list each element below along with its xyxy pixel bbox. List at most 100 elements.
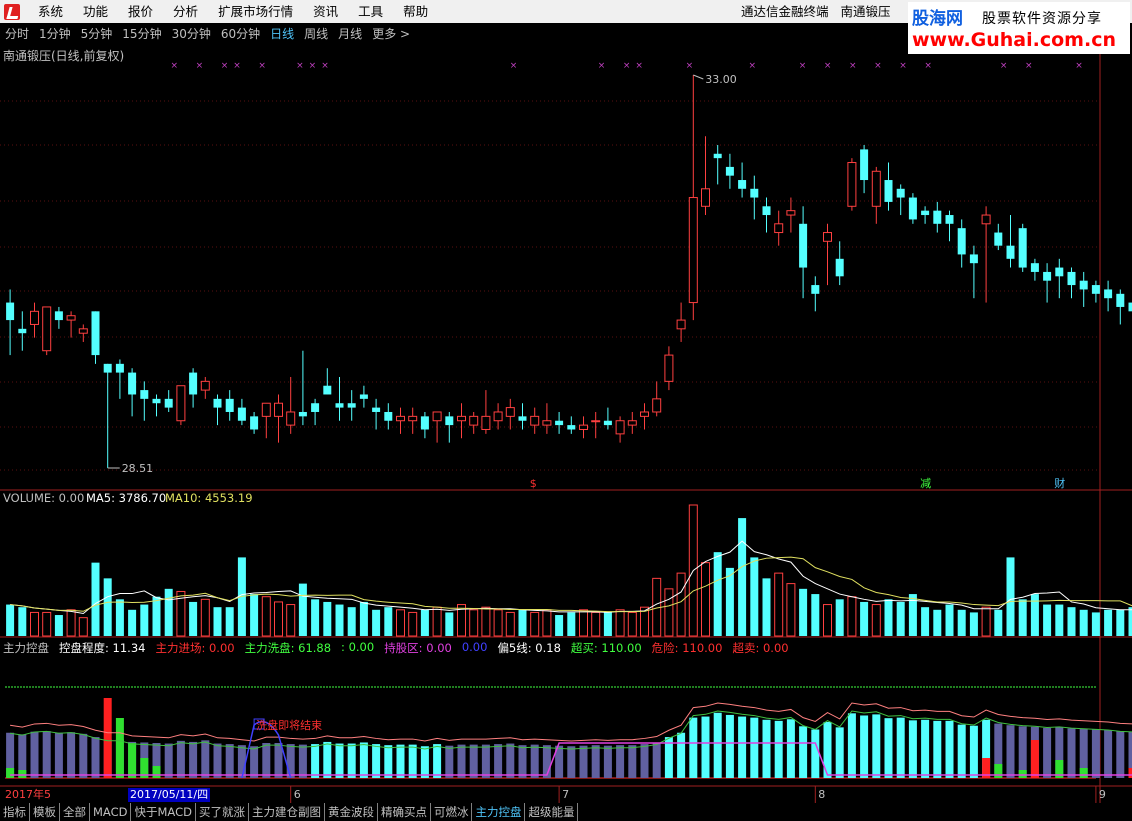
app-logo-icon[interactable] bbox=[4, 3, 20, 20]
control-bar bbox=[847, 713, 856, 778]
tab-10[interactable]: 主力控盘 bbox=[472, 803, 526, 821]
volume-bar bbox=[91, 562, 100, 636]
candle-body bbox=[591, 420, 601, 423]
volume-bar bbox=[811, 594, 820, 636]
menu-help[interactable]: 帮助 bbox=[393, 0, 438, 23]
tab-9[interactable]: 可燃冰 bbox=[431, 803, 473, 821]
period-8[interactable]: 月线 bbox=[333, 23, 367, 45]
control-bar bbox=[213, 743, 222, 778]
candle-body bbox=[969, 254, 978, 264]
candle-body bbox=[627, 420, 637, 426]
control-bar bbox=[945, 720, 954, 778]
control-bar bbox=[750, 717, 759, 778]
menu-system[interactable]: 系统 bbox=[28, 0, 73, 23]
menu-function[interactable]: 功能 bbox=[73, 0, 118, 23]
volume-bar bbox=[1116, 609, 1125, 636]
tab-4[interactable]: 快于MACD bbox=[131, 803, 196, 821]
wash-bar bbox=[115, 718, 124, 778]
control-bar bbox=[1104, 730, 1113, 778]
tab-6[interactable]: 主力建仓副图 bbox=[249, 803, 325, 821]
volume-bar bbox=[66, 609, 76, 637]
volume-bar bbox=[42, 611, 52, 637]
event-x-mark: × bbox=[799, 61, 807, 71]
candle-body bbox=[567, 425, 576, 430]
menu-extended-market[interactable]: 扩展市场行情 bbox=[208, 0, 303, 23]
candle-body bbox=[811, 285, 820, 294]
period-0[interactable]: 分时 bbox=[0, 23, 34, 45]
volume-bar bbox=[152, 596, 161, 636]
tab-11[interactable]: 超级能量 bbox=[525, 803, 579, 821]
volume-bar bbox=[994, 609, 1003, 636]
event-x-mark: × bbox=[321, 61, 329, 71]
candle-body bbox=[18, 328, 27, 334]
control-bar bbox=[933, 720, 942, 778]
tab-5[interactable]: 买了就涨 bbox=[196, 803, 249, 821]
event-x-mark: × bbox=[635, 61, 643, 71]
volume-bar bbox=[347, 607, 356, 636]
candle-body bbox=[652, 398, 662, 413]
candle-body bbox=[225, 398, 234, 412]
volume-bar bbox=[750, 557, 759, 636]
menu-analysis[interactable]: 分析 bbox=[163, 0, 208, 23]
candle-body bbox=[274, 402, 283, 417]
volume-bar bbox=[921, 607, 930, 636]
volume-bar bbox=[469, 609, 479, 637]
period-3[interactable]: 15分钟 bbox=[117, 23, 166, 45]
volume-bar bbox=[164, 588, 173, 636]
candle-body bbox=[933, 210, 942, 224]
tab-8[interactable]: 精确买点 bbox=[378, 803, 431, 821]
indicator-value-3: 主力洗盘: 61.88 bbox=[244, 641, 332, 655]
control-bar bbox=[164, 743, 173, 778]
period-9[interactable]: 更多 > bbox=[367, 23, 415, 45]
wash-end-label: 洗盘即将结束 bbox=[256, 718, 322, 732]
control-bar bbox=[420, 746, 429, 778]
volume-bar bbox=[871, 604, 881, 637]
candle-body bbox=[164, 398, 173, 408]
period-2[interactable]: 5分钟 bbox=[76, 23, 118, 45]
candle-body bbox=[469, 415, 479, 426]
control-bar bbox=[762, 719, 771, 778]
menu-tools[interactable]: 工具 bbox=[348, 0, 393, 23]
control-bar bbox=[811, 729, 820, 778]
tab-0[interactable]: 指标 bbox=[0, 803, 30, 821]
volume-bar bbox=[835, 599, 844, 636]
tab-3[interactable]: MACD bbox=[90, 803, 132, 821]
control-bar bbox=[262, 743, 271, 778]
control-bar bbox=[786, 719, 795, 778]
candle-body bbox=[908, 197, 917, 220]
volume-bar bbox=[298, 583, 307, 636]
menu-quote[interactable]: 报价 bbox=[118, 0, 163, 23]
control-bar bbox=[225, 744, 234, 778]
x-axis-month: 9 bbox=[1099, 788, 1106, 801]
tab-2[interactable]: 全部 bbox=[60, 803, 90, 821]
period-6[interactable]: 日线 bbox=[265, 23, 299, 45]
candle-body bbox=[871, 170, 881, 207]
control-bar bbox=[250, 746, 259, 778]
period-5[interactable]: 60分钟 bbox=[216, 23, 265, 45]
volume-bar bbox=[140, 604, 149, 636]
event-x-mark: × bbox=[510, 61, 518, 71]
stock-chart[interactable]: ××××××××××××××××××××××××××33.0028.51$减财洗… bbox=[0, 45, 1132, 803]
control-bar bbox=[896, 717, 905, 778]
candle-body bbox=[152, 398, 161, 404]
period-1[interactable]: 1分钟 bbox=[34, 23, 76, 45]
volume-bar bbox=[664, 588, 674, 637]
volume-bar bbox=[945, 604, 954, 636]
control-bar bbox=[79, 733, 88, 778]
control-bar bbox=[689, 717, 698, 778]
candle-body bbox=[664, 354, 674, 382]
candle-body bbox=[725, 166, 734, 176]
control-bar bbox=[603, 745, 612, 778]
period-7[interactable]: 周线 bbox=[299, 23, 333, 45]
candle-body bbox=[432, 411, 442, 422]
menu-news[interactable]: 资讯 bbox=[303, 0, 348, 23]
tab-7[interactable]: 黄金波段 bbox=[325, 803, 378, 821]
volume-bar bbox=[189, 601, 198, 636]
candle-body bbox=[30, 310, 39, 325]
candle-body bbox=[835, 258, 844, 277]
tab-1[interactable]: 模板 bbox=[30, 803, 60, 821]
indicator-value-2: 主力进场: 0.00 bbox=[155, 641, 235, 655]
period-4[interactable]: 30分钟 bbox=[167, 23, 216, 45]
control-bar bbox=[54, 732, 63, 778]
control-bar bbox=[969, 725, 978, 778]
